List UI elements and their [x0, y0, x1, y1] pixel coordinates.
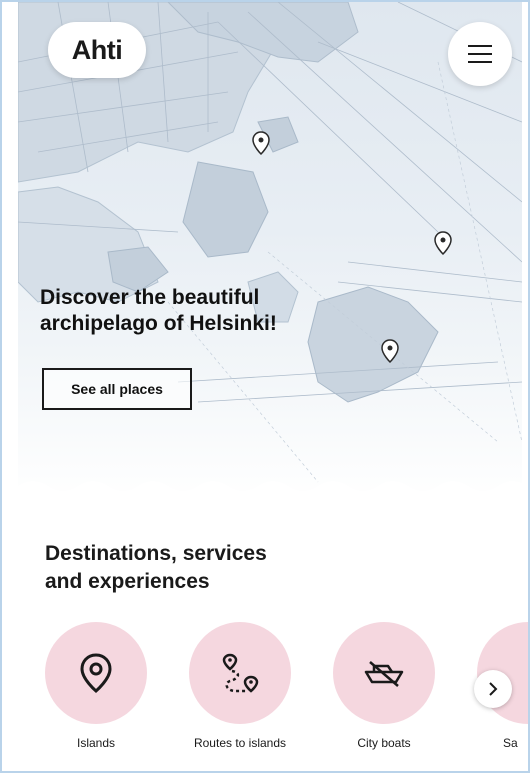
logo: Ahti [71, 34, 123, 65]
category-city-boats-label: City boats [357, 736, 411, 750]
menu-button[interactable] [448, 22, 512, 86]
category-city-boats-circle[interactable] [333, 622, 435, 724]
section-title: Destinations, services and experiences [45, 540, 345, 596]
hero-title: Discover the beautiful archipelago of He… [40, 285, 370, 337]
hero-wave-divider [18, 481, 522, 512]
map-pin-icon [80, 653, 112, 693]
category-islands-label: Islands [76, 736, 116, 750]
category-routes[interactable]: Routes to islands [180, 622, 300, 750]
category-islands-circle[interactable] [45, 622, 147, 724]
logo-pill[interactable]: Ahti [48, 22, 146, 78]
route-icon [222, 653, 259, 693]
hero-map: Ahti Discover the beautiful archipelago … [18, 2, 522, 502]
page-frame: Ahti Discover the beautiful archipelago … [0, 0, 530, 773]
section-title-line1: Destinations, services [45, 542, 267, 565]
category-routes-label: Routes to islands [193, 736, 287, 750]
chevron-right-icon [489, 682, 498, 696]
carousel-next-button[interactable] [474, 670, 512, 708]
category-routes-circle[interactable] [189, 622, 291, 724]
section-title-line2: and experiences [45, 570, 210, 593]
category-sauna-label: Sa [503, 736, 518, 750]
hero-title-line1: Discover the beautiful [40, 286, 260, 309]
boat-icon [364, 661, 404, 687]
category-islands[interactable]: Islands [36, 622, 156, 750]
see-all-places-button[interactable]: See all places [42, 368, 192, 410]
hero-title-line2: archipelago of Helsinki! [40, 312, 277, 335]
category-city-boats[interactable]: City boats [324, 622, 444, 750]
hamburger-menu-icon [468, 45, 492, 63]
